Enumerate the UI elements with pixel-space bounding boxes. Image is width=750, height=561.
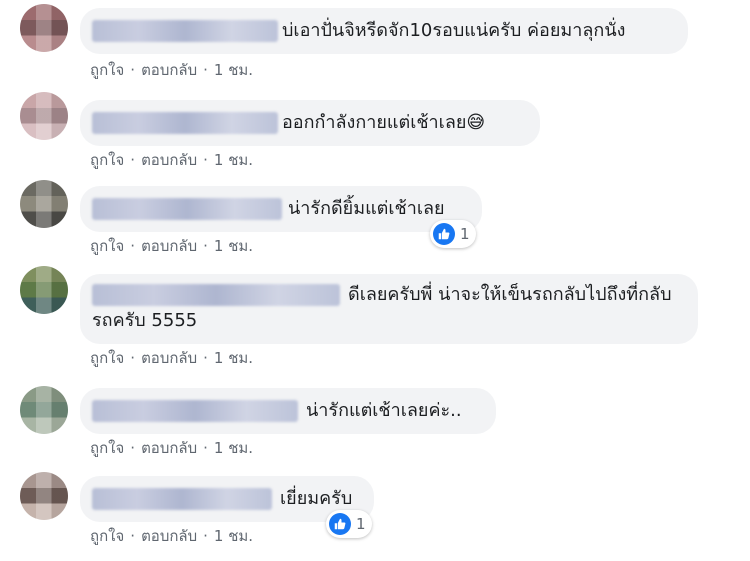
like-link[interactable]: ถูกใจ bbox=[90, 439, 124, 457]
reply-link[interactable]: ตอบกลับ bbox=[141, 237, 197, 255]
like-link[interactable]: ถูกใจ bbox=[90, 527, 124, 545]
commenter-name[interactable] bbox=[92, 488, 272, 510]
reaction-summary[interactable]: 1 bbox=[326, 510, 372, 538]
timestamp[interactable]: 1 ชม. bbox=[214, 349, 253, 367]
avatar[interactable] bbox=[20, 4, 68, 52]
comment-text: น่ารักดียิ้มแต่เช้าเลย bbox=[288, 198, 445, 219]
comment-actions: ถูกใจ · ตอบกลับ · 1 ชม. bbox=[90, 60, 253, 80]
timestamp[interactable]: 1 ชม. bbox=[214, 527, 253, 545]
reaction-summary[interactable]: 1 bbox=[430, 220, 476, 248]
comment-text: บ่เอาปั่นจิหรีดจัก10รอบแน่ครับ ค่อยมาลุก… bbox=[282, 20, 626, 41]
avatar[interactable] bbox=[20, 472, 68, 520]
reaction-count: 1 bbox=[356, 515, 366, 533]
reaction-count: 1 bbox=[460, 225, 470, 243]
comment-actions: ถูกใจ · ตอบกลับ · 1 ชม. bbox=[90, 438, 253, 458]
separator-dot: · bbox=[130, 439, 136, 457]
comment-text: เยี่ยมครับ bbox=[280, 488, 353, 509]
avatar[interactable] bbox=[20, 92, 68, 140]
avatar[interactable] bbox=[20, 180, 68, 228]
timestamp[interactable]: 1 ชม. bbox=[214, 151, 253, 169]
like-thumb-icon bbox=[329, 513, 351, 535]
timestamp[interactable]: 1 ชม. bbox=[214, 439, 253, 457]
separator-dot: · bbox=[130, 237, 136, 255]
separator-dot: · bbox=[203, 237, 208, 255]
separator-dot: · bbox=[130, 349, 136, 367]
comment-actions: ถูกใจ · ตอบกลับ · 1 ชม. bbox=[90, 526, 253, 546]
reply-link[interactable]: ตอบกลับ bbox=[141, 527, 197, 545]
comment-text: น่ารักแต่เช้าเลยค่ะ.. bbox=[306, 400, 462, 421]
like-link[interactable]: ถูกใจ bbox=[90, 349, 124, 367]
timestamp[interactable]: 1 ชม. bbox=[214, 237, 253, 255]
commenter-name[interactable] bbox=[92, 20, 278, 42]
timestamp[interactable]: 1 ชม. bbox=[214, 61, 253, 79]
commenter-name[interactable] bbox=[92, 112, 278, 134]
comment-actions: ถูกใจ · ตอบกลับ · 1 ชม. bbox=[90, 236, 253, 256]
reply-link[interactable]: ตอบกลับ bbox=[141, 349, 197, 367]
reply-link[interactable]: ตอบกลับ bbox=[141, 151, 197, 169]
like-link[interactable]: ถูกใจ bbox=[90, 151, 124, 169]
comment-actions: ถูกใจ · ตอบกลับ · 1 ชม. bbox=[90, 348, 253, 368]
separator-dot: · bbox=[203, 151, 208, 169]
separator-dot: · bbox=[130, 151, 136, 169]
separator-dot: · bbox=[203, 439, 208, 457]
separator-dot: · bbox=[203, 349, 208, 367]
avatar[interactable] bbox=[20, 266, 68, 314]
like-link[interactable]: ถูกใจ bbox=[90, 237, 124, 255]
comment-text: ดีเลยครับพี่ น่าจะให้เข็นรถกลับไปถึงที่ก… bbox=[92, 284, 672, 331]
separator-dot: · bbox=[203, 527, 208, 545]
commenter-name[interactable] bbox=[92, 400, 298, 422]
separator-dot: · bbox=[130, 61, 136, 79]
reply-link[interactable]: ตอบกลับ bbox=[141, 61, 197, 79]
like-link[interactable]: ถูกใจ bbox=[90, 61, 124, 79]
comment-actions: ถูกใจ · ตอบกลับ · 1 ชม. bbox=[90, 150, 253, 170]
like-thumb-icon bbox=[433, 223, 455, 245]
comment-text: ออกกำลังกายแต่เช้าเลย😅 bbox=[282, 112, 486, 133]
avatar[interactable] bbox=[20, 386, 68, 434]
separator-dot: · bbox=[130, 527, 136, 545]
separator-dot: · bbox=[203, 61, 208, 79]
commenter-name[interactable] bbox=[92, 198, 282, 220]
reply-link[interactable]: ตอบกลับ bbox=[141, 439, 197, 457]
